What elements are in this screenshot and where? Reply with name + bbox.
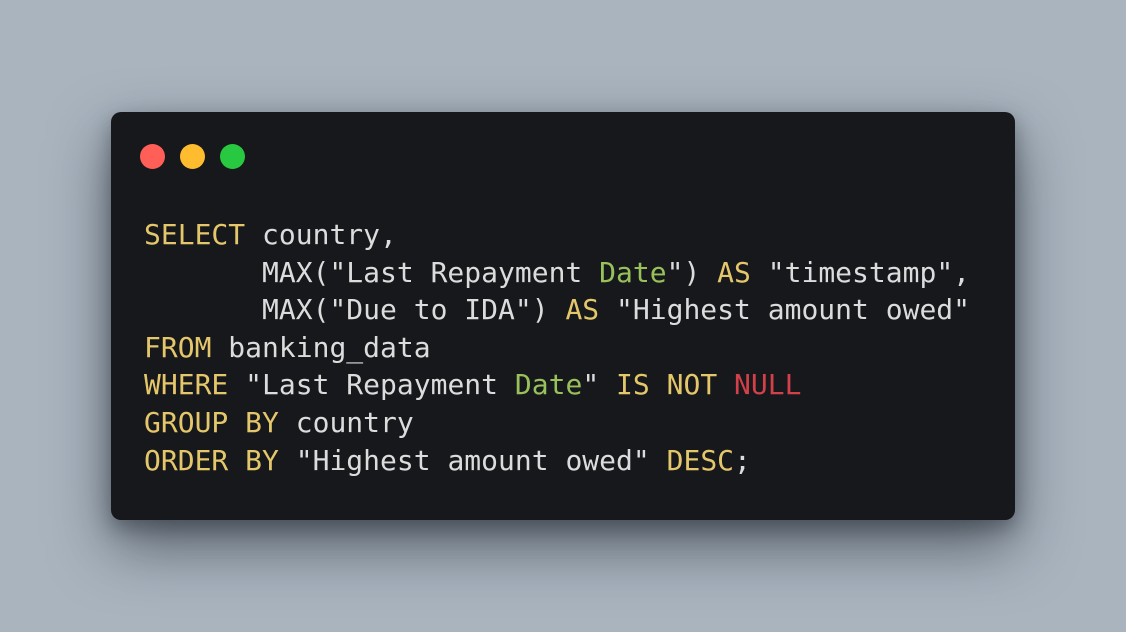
code-line: MAX("Due to IDA") AS "Highest amount owe…	[144, 291, 970, 329]
code-line: FROM banking_data	[144, 329, 970, 367]
code-token-keyword: NOT	[666, 368, 718, 402]
code-token-type: Date	[514, 368, 583, 402]
code-token-keyword: AS	[565, 293, 600, 327]
code-token-type: Date	[599, 255, 667, 289]
code-line: MAX("Last Repayment Date") AS "timestamp…	[144, 254, 970, 292]
code-token-text: MAX("Last Repayment	[144, 255, 600, 289]
code-line: WHERE "Last Repayment Date" IS NOT NULL	[144, 366, 970, 404]
code-token-keyword: BY	[245, 443, 279, 477]
code-window: SELECT country, MAX("Last Repayment Date…	[111, 112, 1015, 520]
code-token-text: ")	[666, 255, 718, 289]
code-token-keyword: GROUP	[144, 405, 229, 439]
code-token-text: "timestamp",	[750, 255, 971, 289]
code-line: GROUP BY country	[144, 404, 970, 442]
code-line: ORDER BY "Highest amount owed" DESC;	[144, 442, 970, 480]
code-token-keyword: WHERE	[144, 368, 229, 402]
code-token-text: "Highest amount owed"	[599, 293, 971, 327]
code-token-keyword: BY	[245, 405, 279, 439]
code-token-text: ;	[734, 443, 751, 477]
code-token-text: MAX("Due to IDA")	[144, 293, 566, 327]
code-token-text: "Highest amount owed"	[278, 443, 667, 477]
sql-code-block: SELECT country, MAX("Last Repayment Date…	[144, 216, 970, 479]
code-token-text: banking_data	[211, 330, 431, 364]
maximize-dot-icon[interactable]	[220, 144, 245, 169]
code-token-keyword: FROM	[144, 330, 212, 364]
code-token-text: country	[278, 405, 414, 439]
code-token-null: NULL	[734, 368, 802, 402]
code-line: SELECT country,	[144, 216, 970, 254]
close-dot-icon[interactable]	[140, 144, 165, 169]
code-token-keyword: IS	[616, 368, 650, 402]
code-token-keyword: SELECT	[144, 218, 246, 251]
minimize-dot-icon[interactable]	[180, 144, 205, 169]
code-token-keyword: DESC	[666, 443, 735, 477]
code-token-text: "	[582, 368, 617, 402]
code-token-keyword: ORDER	[144, 443, 229, 477]
code-token-text: "Last Repayment	[228, 368, 515, 402]
code-token-keyword: AS	[717, 255, 751, 289]
code-token-text: country,	[245, 218, 397, 251]
